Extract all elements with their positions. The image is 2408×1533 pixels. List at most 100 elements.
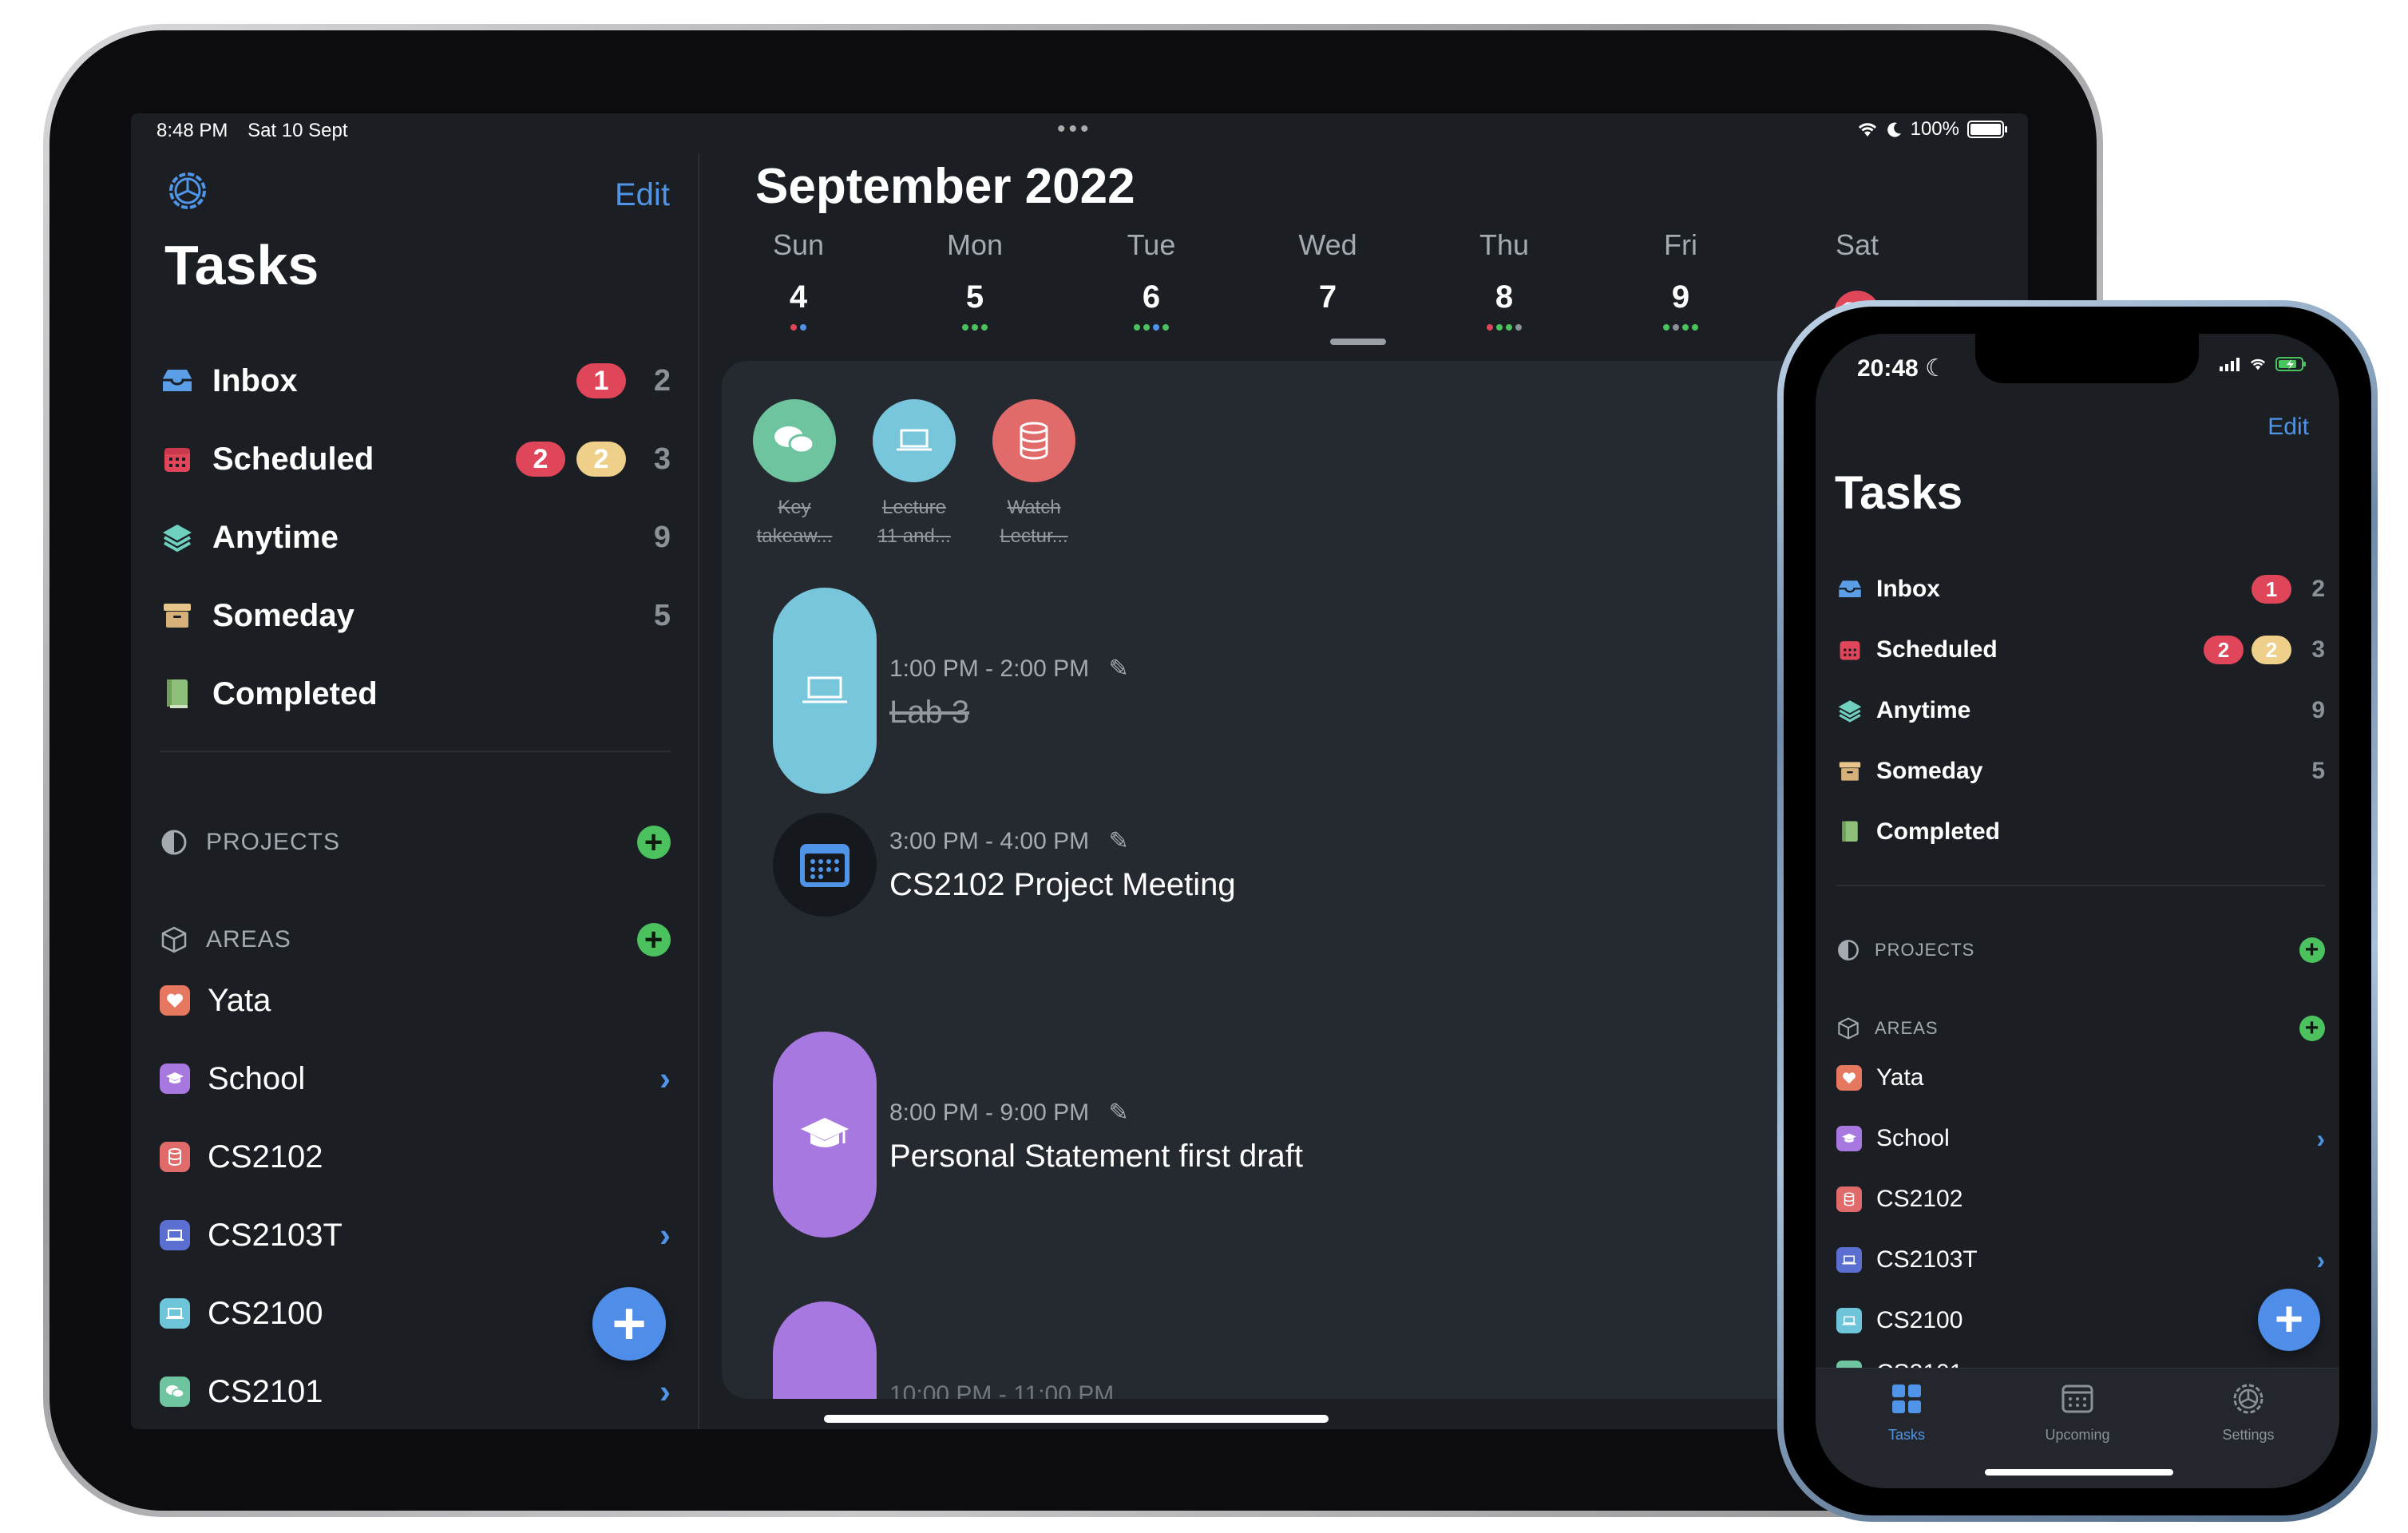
tab-upcoming[interactable]: Upcoming [2014, 1381, 2141, 1444]
day-name: Mon [946, 228, 1004, 261]
sidebar-item-scheduled[interactable]: Scheduled 2 2 3 [160, 431, 671, 487]
area-item-school[interactable]: School › [1836, 1116, 2325, 1161]
day-fri[interactable]: Fri 9 [1633, 228, 1729, 332]
task-dot [962, 324, 968, 331]
projects-section-header: PROJECTS + [1836, 934, 2325, 966]
list-item-completed[interactable]: Completed [1836, 810, 2325, 854]
battery-percent: 100% [1910, 118, 1959, 140]
laptop-icon [873, 399, 956, 482]
add-task-button[interactable]: + [592, 1287, 666, 1361]
heart-icon [1836, 1065, 1862, 1091]
areas-section-header: AREAS + [160, 920, 671, 960]
today-badge: 2 [2252, 636, 2291, 664]
overdue-badge: 1 [576, 363, 626, 398]
completed-task[interactable]: Key takeaw... [751, 399, 838, 551]
laptop-icon [1836, 1247, 1862, 1273]
inbox-icon [1836, 576, 1863, 603]
task-dots [1456, 324, 1552, 332]
event-item[interactable]: 3:00 PM - 4:00 PM ✎ CS2102 Project Meeti… [773, 813, 1891, 917]
edit-note-icon[interactable]: ✎ [1108, 828, 1128, 854]
event-time-row: 8:00 PM - 9:00 PM ✎ [889, 1099, 1129, 1127]
event-item[interactable]: 1:00 PM - 2:00 PM ✎ Lab 3 [773, 588, 1891, 795]
status-indicators: 100% [1856, 118, 2007, 141]
moon-icon: ☾ [1925, 355, 1947, 382]
graduation-cap-icon [1836, 1126, 1862, 1151]
laptop-icon [773, 588, 877, 794]
laptop-icon [160, 1298, 190, 1329]
task-dots [1103, 324, 1199, 332]
notch [1975, 334, 2199, 383]
month-title: September 2022 [755, 159, 1135, 214]
area-item-cs2103t[interactable]: CS2103T › [1836, 1238, 2325, 1282]
sidebar-item-anytime[interactable]: Anytime 9 [160, 509, 671, 565]
add-task-button[interactable]: + [2258, 1289, 2320, 1351]
home-indicator [824, 1415, 1329, 1423]
task-title-line2: takeaw... [756, 525, 833, 547]
graduation-cap-icon [773, 1301, 877, 1399]
area-item-school[interactable]: School › [160, 1051, 671, 1107]
day-wed[interactable]: Wed 7 [1280, 228, 1376, 332]
cube-icon [1838, 1017, 1859, 1040]
area-item-cs2102[interactable]: CS2102 [1836, 1177, 2325, 1222]
split-divider [698, 153, 699, 1429]
day-name: Sun [772, 228, 825, 261]
chevron-right-icon[interactable]: › [659, 1216, 671, 1254]
add-project-button[interactable]: + [2299, 937, 2325, 963]
sidebar-item-someday[interactable]: Someday 5 [160, 588, 671, 644]
database-icon [160, 1142, 190, 1172]
sidebar-item-completed[interactable]: Completed [160, 666, 671, 722]
day-tue[interactable]: Tue 6 [1103, 228, 1199, 332]
heart-icon [160, 985, 190, 1016]
laptop-icon [1836, 1308, 1862, 1333]
week-strip: Sun 4 Mon 5 Tue 6 Wed 7 Thu 8 Fri 9 Sat [751, 228, 1980, 340]
edit-button[interactable]: Edit [615, 177, 670, 213]
area-item-cs2103t[interactable]: CS2103T › [160, 1207, 671, 1263]
database-icon [1836, 1186, 1862, 1212]
chevron-right-icon[interactable]: › [659, 1373, 671, 1411]
area-item-yata[interactable]: Yata [1836, 1056, 2325, 1100]
projects-section-header: PROJECTS + [160, 822, 671, 862]
edit-note-icon[interactable]: ✎ [1108, 1099, 1128, 1126]
tab-tasks[interactable]: Tasks [1843, 1381, 1970, 1444]
tab-settings[interactable]: Settings [2184, 1381, 2312, 1444]
chevron-right-icon[interactable]: › [2316, 1124, 2325, 1154]
chevron-right-icon[interactable]: › [2316, 1246, 2325, 1275]
add-project-button[interactable]: + [637, 826, 671, 859]
completed-task[interactable]: Lecture 11 and... [870, 399, 958, 551]
chat-bubbles-icon [160, 1377, 190, 1407]
task-dot [1162, 324, 1169, 331]
sidebar-item-inbox[interactable]: Inbox 1 2 [160, 353, 671, 409]
event-item[interactable]: 10:00 PM - 11:00 PM [773, 1301, 1891, 1399]
completed-task[interactable]: Watch Lectur... [990, 399, 1078, 551]
event-title: Lab 3 [889, 695, 970, 730]
list-item-someday[interactable]: Someday 5 [1836, 749, 2325, 794]
area-item-cs2102[interactable]: CS2102 [160, 1129, 671, 1185]
day-thu[interactable]: Thu 8 [1456, 228, 1552, 332]
area-item-yata[interactable]: Yata [160, 972, 671, 1028]
day-sun[interactable]: Sun 4 [751, 228, 846, 332]
tab-label: Tasks [1887, 1427, 1925, 1443]
add-area-button[interactable]: + [637, 923, 671, 957]
area-item-cs2101[interactable]: CS2101 › [160, 1364, 671, 1420]
day-date: 6 [1142, 279, 1161, 315]
item-count: 2 [653, 363, 671, 398]
list-item-inbox[interactable]: Inbox 1 2 [1836, 567, 2325, 612]
area-item-cs2100[interactable]: CS2100 [1836, 1298, 2325, 1343]
day-mon[interactable]: Mon 5 [927, 228, 1023, 332]
item-count: 5 [2311, 758, 2325, 784]
area-label: School [1876, 1125, 1950, 1151]
day-name: Tue [1127, 228, 1176, 261]
event-item[interactable]: 8:00 PM - 9:00 PM ✎ Personal Statement f… [773, 1032, 1891, 1239]
multitasking-dots-icon[interactable]: ••• [1057, 117, 1092, 141]
add-area-button[interactable]: + [2299, 1016, 2325, 1041]
settings-gear-icon[interactable] [166, 169, 209, 212]
edit-button[interactable]: Edit [2267, 414, 2309, 441]
sidebar-item-label: Anytime [212, 519, 339, 555]
task-title-line1: Lecture [881, 497, 947, 518]
calendar-icon [160, 442, 195, 477]
chevron-right-icon[interactable]: › [659, 1060, 671, 1098]
edit-note-icon[interactable]: ✎ [1108, 656, 1128, 682]
event-time: 1:00 PM - 2:00 PM [889, 656, 1090, 682]
list-item-anytime[interactable]: Anytime 9 [1836, 688, 2325, 733]
list-item-scheduled[interactable]: Scheduled 2 2 3 [1836, 628, 2325, 672]
